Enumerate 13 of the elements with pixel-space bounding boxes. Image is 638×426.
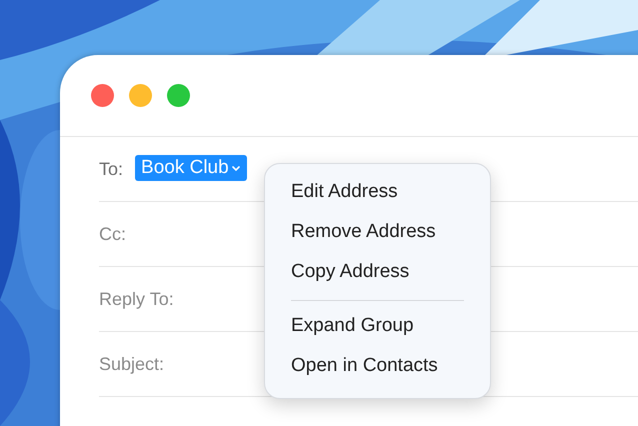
menu-item[interactable]: Expand Group — [265, 308, 490, 348]
menu-item[interactable]: Copy Address — [265, 254, 490, 294]
field-label: Cc: — [99, 224, 126, 244]
close-button[interactable] — [91, 84, 114, 107]
field-label: To: — [99, 158, 124, 180]
minimize-button[interactable] — [129, 84, 152, 107]
chevron-icon — [230, 164, 241, 172]
field-label: Reply To: — [99, 288, 174, 310]
menu-item[interactable]: Open in Contacts — [265, 348, 490, 388]
menu-item[interactable]: Edit Address — [265, 174, 490, 214]
field-label: Subject: — [99, 354, 164, 374]
zoom-button[interactable] — [167, 84, 190, 107]
menu-item[interactable]: Remove Address — [265, 214, 490, 254]
